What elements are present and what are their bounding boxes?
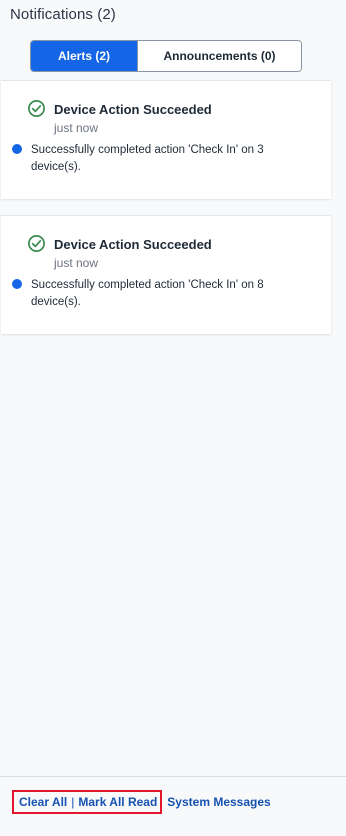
system-messages-link[interactable]: System Messages xyxy=(167,795,270,809)
check-circle-icon xyxy=(28,235,45,252)
notification-tabs: Alerts (2) Announcements (0) xyxy=(30,40,302,72)
mark-all-read-link[interactable]: Mark All Read xyxy=(78,795,157,809)
notification-message: Successfully completed action 'Check In'… xyxy=(31,279,264,308)
notification-title: Device Action Succeeded xyxy=(54,102,212,117)
tab-alerts[interactable]: Alerts (2) xyxy=(31,41,137,71)
notification-footer: Clear All | Mark All Read System Message… xyxy=(12,790,271,814)
notifications-panel: Notifications (2) Alerts (2) Announcemen… xyxy=(0,0,346,836)
panel-title: Notifications (2) xyxy=(10,6,116,23)
clear-all-link[interactable]: Clear All xyxy=(19,795,67,809)
notification-card[interactable]: Device Action Succeeded just now Success… xyxy=(1,215,331,334)
check-circle-icon xyxy=(28,100,45,117)
footer-separator: | xyxy=(71,795,75,809)
notification-message: Successfully completed action 'Check In'… xyxy=(31,144,264,173)
notification-title: Device Action Succeeded xyxy=(54,237,212,252)
footer-actions-highlight: Clear All | Mark All Read xyxy=(12,790,163,814)
footer-divider xyxy=(0,776,346,777)
notification-time: just now xyxy=(54,256,99,270)
notification-card[interactable]: Device Action Succeeded just now Success… xyxy=(1,80,331,199)
unread-dot-icon xyxy=(12,279,22,289)
unread-dot-icon xyxy=(12,144,22,154)
notification-time: just now xyxy=(54,121,99,135)
tab-announcements[interactable]: Announcements (0) xyxy=(137,41,301,71)
